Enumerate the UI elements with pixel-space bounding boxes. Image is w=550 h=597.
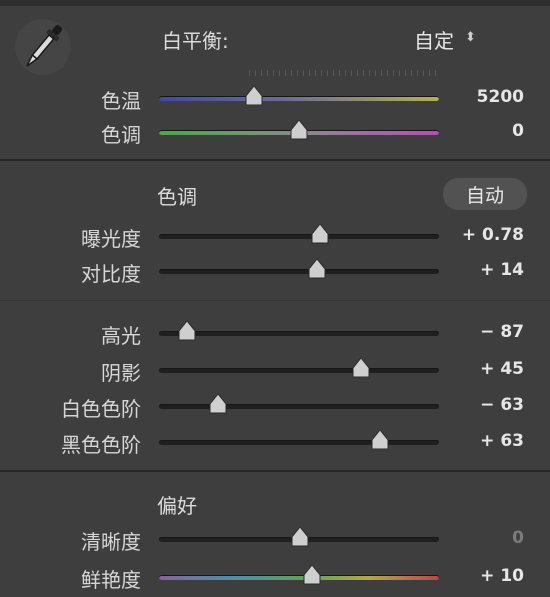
auto-button[interactable]: 自动 xyxy=(443,178,527,210)
eyedropper-icon[interactable] xyxy=(14,14,72,80)
slider-row-contrast: 对比度 + 14 xyxy=(0,256,550,286)
slider-label: 清晰度 xyxy=(81,530,141,554)
slider-thumb-icon[interactable] xyxy=(209,393,227,415)
slider-value[interactable]: 0 xyxy=(512,121,524,141)
slider-row-highlights: 高光 − 87 xyxy=(0,318,550,348)
slider-track-vibrance[interactable] xyxy=(159,575,439,580)
slider-label: 曝光度 xyxy=(81,227,141,251)
slider-value[interactable]: + 10 xyxy=(480,566,524,586)
slider-row-blacks: 黑色色阶 + 63 xyxy=(0,427,550,457)
slider-value[interactable]: + 63 xyxy=(480,431,524,451)
slider-thumb-icon[interactable] xyxy=(308,258,326,280)
presence-section-title: 偏好 xyxy=(157,494,197,518)
slider-label: 色温 xyxy=(101,89,141,113)
slider-label: 色调 xyxy=(101,123,141,147)
slider-track-temp[interactable] xyxy=(159,96,439,101)
slider-thumb-icon[interactable] xyxy=(245,85,263,107)
dropdown-arrows-icon[interactable]: ⬍ xyxy=(465,30,476,45)
slider-row-exposure: 曝光度 + 0.78 xyxy=(0,221,550,251)
slider-label: 对比度 xyxy=(81,262,141,286)
slider-label: 鲜艳度 xyxy=(81,568,141,592)
group-divider xyxy=(0,300,550,301)
slider-track-blacks[interactable] xyxy=(159,440,439,445)
slider-thumb-icon[interactable] xyxy=(311,223,329,245)
slider-row-tint: 色调 0 xyxy=(0,117,550,147)
section-divider xyxy=(0,470,550,472)
slider-thumb-icon[interactable] xyxy=(178,320,196,342)
panel-top-border xyxy=(0,0,550,6)
slider-value[interactable]: − 63 xyxy=(480,395,524,415)
slider-thumb-icon[interactable] xyxy=(291,526,309,548)
slider-thumb-icon[interactable] xyxy=(290,119,308,141)
slider-row-clarity: 清晰度 0 xyxy=(0,524,550,554)
slider-label: 白色色阶 xyxy=(61,397,141,421)
section-divider xyxy=(0,159,550,161)
slider-value[interactable]: + 14 xyxy=(480,260,524,280)
white-balance-preset[interactable]: 自定 xyxy=(414,25,454,54)
slider-row-vibrance: 鲜艳度 + 10 xyxy=(0,562,550,592)
slider-track-whites[interactable] xyxy=(159,404,439,409)
slider-value[interactable]: + 0.78 xyxy=(462,225,524,245)
slider-thumb-icon[interactable] xyxy=(303,564,321,586)
tone-section-title: 色调 xyxy=(157,185,197,209)
slider-track-contrast[interactable] xyxy=(159,269,439,274)
slider-value[interactable]: − 87 xyxy=(480,322,524,342)
slider-track-shadows[interactable] xyxy=(159,368,439,373)
slider-thumb-icon[interactable] xyxy=(352,357,370,379)
slider-row-temp: 色温 5200 xyxy=(0,83,550,113)
slider-row-shadows: 阴影 + 45 xyxy=(0,355,550,385)
slider-label: 黑色色阶 xyxy=(61,433,141,457)
slider-value[interactable]: 5200 xyxy=(477,87,524,107)
slider-label: 高光 xyxy=(101,324,141,348)
slider-track-exposure[interactable] xyxy=(159,234,439,239)
slider-thumb-icon[interactable] xyxy=(371,429,389,451)
slider-label: 阴影 xyxy=(101,361,141,385)
slider-track-highlights[interactable] xyxy=(159,331,439,336)
tick-marks xyxy=(249,70,439,76)
slider-value[interactable]: 0 xyxy=(512,528,524,548)
slider-row-whites: 白色色阶 − 63 xyxy=(0,391,550,421)
basic-panel: 白平衡: 自定 ⬍ 色温 5200 色调 0 色调 自动 曝光度 + 0.78 … xyxy=(0,0,550,597)
slider-value[interactable]: + 45 xyxy=(480,359,524,379)
white-balance-label: 白平衡: xyxy=(162,29,229,53)
